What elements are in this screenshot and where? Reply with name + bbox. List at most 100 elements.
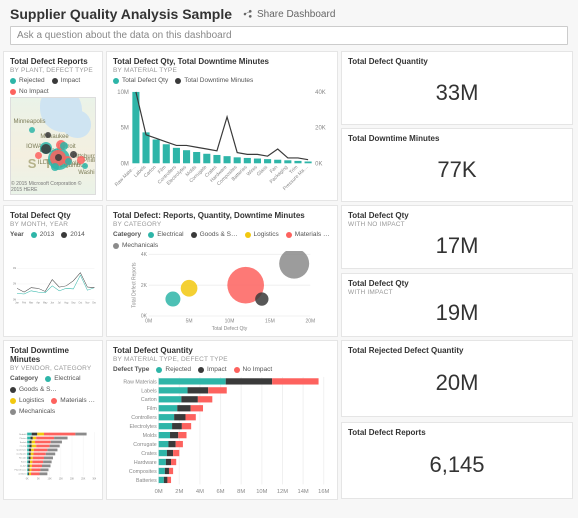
kpi-total-defect-qty[interactable]: Total Defect Quantity 33M	[341, 51, 573, 125]
legend-item: Materials …	[60, 397, 95, 404]
tile-subtitle: BY VENDOR, CATEGORY	[10, 365, 96, 372]
combo-tile[interactable]: Total Defect Qty, Total Downtime Minutes…	[106, 51, 338, 201]
kpi-defect-reports[interactable]: Total Defect Reports 6,145	[341, 422, 573, 499]
svg-text:25K: 25K	[81, 478, 86, 480]
svg-text:Labels: Labels	[141, 388, 157, 394]
legend-item: Goods & S…	[200, 231, 238, 238]
svg-text:Sep: Sep	[71, 302, 76, 304]
svg-text:5M: 5M	[121, 126, 129, 132]
share-dashboard-button[interactable]: Share Dashboard	[242, 9, 335, 20]
tile-subtitle: BY MATERIAL TYPE, DEFECT TYPE	[113, 356, 331, 363]
svg-text:Mar: Mar	[29, 301, 33, 304]
page-header: Supplier Quality Analysis Sample Share D…	[0, 0, 578, 26]
svg-text:5K: 5K	[37, 478, 40, 480]
legend-item: Materials …	[295, 231, 330, 238]
svg-text:10M: 10M	[117, 90, 129, 96]
legend-item: 2014	[70, 231, 84, 238]
svg-text:4K: 4K	[141, 252, 148, 258]
kpi-downtime-min[interactable]: Total Downtime Minutes 77K	[341, 128, 573, 202]
legend-item: Logistics	[19, 397, 44, 404]
svg-text:4M: 4M	[13, 268, 16, 270]
svg-text:14M: 14M	[297, 489, 308, 494]
svg-text:Sanlab: Sanlab	[20, 442, 27, 444]
svg-text:20M: 20M	[305, 319, 315, 325]
svg-text:Quotelane: Quotelane	[17, 449, 28, 452]
qna-placeholder: Ask a question about the data on this da…	[17, 30, 232, 41]
legend-item: Electrical	[54, 375, 80, 382]
svg-text:Plurtea: Plurtea	[20, 437, 28, 440]
tile-title: Total Defect Reports	[10, 57, 96, 66]
svg-text:6M: 6M	[217, 489, 225, 494]
svg-text:Jan: Jan	[15, 302, 19, 304]
kpi-value: 6,145	[348, 437, 566, 493]
svg-text:Recode: Recode	[19, 458, 27, 460]
legend-item: Logistics	[254, 231, 279, 238]
qna-input[interactable]: Ask a question about the data on this da…	[10, 26, 568, 45]
legend-item: Rejected	[19, 77, 45, 84]
kpi-title: Total Defect Qty	[348, 211, 566, 220]
svg-text:15M: 15M	[265, 319, 275, 325]
share-label: Share Dashboard	[257, 9, 335, 20]
tile-subtitle: BY MATERIAL TYPE	[113, 67, 331, 74]
kpi-defect-impact[interactable]: Total Defect Qty WITH IMPACT 19M	[341, 273, 573, 337]
kpi-sub: WITH IMPACT	[348, 289, 566, 296]
svg-text:Film: Film	[147, 406, 158, 412]
svg-text:May: May	[43, 302, 48, 304]
svg-text:10M: 10M	[256, 489, 267, 494]
svg-text:Crates: Crates	[141, 451, 157, 457]
legend-label: Category	[113, 231, 141, 238]
tile-subtitle: BY MONTH, YEAR	[10, 221, 96, 228]
svg-text:2M: 2M	[13, 284, 16, 286]
svg-text:0M: 0M	[13, 299, 16, 301]
svg-text:Nov: Nov	[85, 302, 90, 304]
map-canvas: S T A Minneapolis Milwaukee Chicago IOWA…	[10, 97, 96, 195]
share-icon	[242, 9, 253, 20]
svg-text:Total Defect Reports: Total Defect Reports	[131, 262, 137, 308]
svg-text:Total Defect Qty: Total Defect Qty	[212, 326, 248, 331]
material-legend: Defect Type Rejected Impact No Impact	[113, 366, 331, 373]
svg-text:Molds: Molds	[143, 433, 157, 439]
tile-title: Total Defect Qty	[10, 211, 96, 220]
legend-item: Goods & S…	[19, 386, 57, 393]
map-tile[interactable]: Total Defect Reports BY PLANT, DEFECT TY…	[3, 51, 103, 201]
svg-text:8M: 8M	[237, 489, 245, 494]
svg-text:20K: 20K	[315, 126, 326, 132]
material-tile[interactable]: Total Defect Quantity BY MATERIAL TYPE, …	[106, 340, 338, 500]
kpi-rejected-qty[interactable]: Total Rejected Defect Quantity 20M	[341, 340, 573, 417]
legend-item: Total Downtime Minutes	[184, 77, 253, 84]
svg-text:12M: 12M	[277, 489, 288, 494]
svg-text:Raw Materials: Raw Materials	[123, 379, 157, 385]
svg-text:Corrugate: Corrugate	[133, 442, 156, 448]
tile-title: Total Defect Qty, Total Downtime Minutes	[113, 57, 331, 66]
legend-item: Impact	[207, 366, 227, 373]
kpi-defect-no-impact[interactable]: Total Defect Qty WITH NO IMPACT 17M	[341, 205, 573, 269]
kpi-sub: WITH NO IMPACT	[348, 221, 566, 228]
legend-label: Year	[10, 231, 24, 238]
svg-text:Aug: Aug	[64, 301, 69, 304]
legend-label: Category	[10, 375, 38, 382]
svg-text:Sonin: Sonin	[21, 462, 27, 464]
svg-text:0M: 0M	[121, 161, 129, 167]
svg-text:0K: 0K	[315, 161, 322, 167]
vendor-tile[interactable]: Total Downtime Minutes BY VENDOR, CATEGO…	[3, 340, 103, 500]
kpi-value: 19M	[348, 296, 566, 331]
scatter-tile[interactable]: Total Defect: Reports, Quantity, Downtim…	[106, 205, 338, 337]
tile-title: Total Defect Quantity	[113, 346, 331, 355]
legend-item: Rejected	[165, 366, 191, 373]
svg-text:Planethouse: Planethouse	[15, 469, 28, 472]
dashboard-grid: Total Defect Quantity 33M Total Defect R…	[0, 51, 578, 503]
legend-item: Impact	[61, 77, 81, 84]
vendor-chart: 0K5K10K15K20K25K30KReddellPlurteaSanlabe…	[10, 417, 96, 494]
kpi-title: Total Rejected Defect Quantity	[348, 346, 566, 355]
svg-text:Glass: Glass	[256, 164, 270, 178]
vendor-legend: Category Electrical Goods & S… Logistics…	[10, 375, 96, 415]
svg-text:ecohquote: ecohquote	[16, 453, 27, 456]
map-legend: Rejected Impact No Impact	[10, 77, 96, 95]
monthly-tile[interactable]: Total Defect Qty BY MONTH, YEAR Year 201…	[3, 205, 103, 337]
svg-text:10M: 10M	[225, 319, 235, 325]
tile-subtitle: BY CATEGORY	[113, 221, 331, 228]
legend-item: Mechanicals	[122, 242, 158, 249]
svg-text:40K: 40K	[315, 90, 326, 96]
svg-text:Feb: Feb	[22, 302, 27, 304]
svg-text:Jun: Jun	[50, 302, 54, 304]
